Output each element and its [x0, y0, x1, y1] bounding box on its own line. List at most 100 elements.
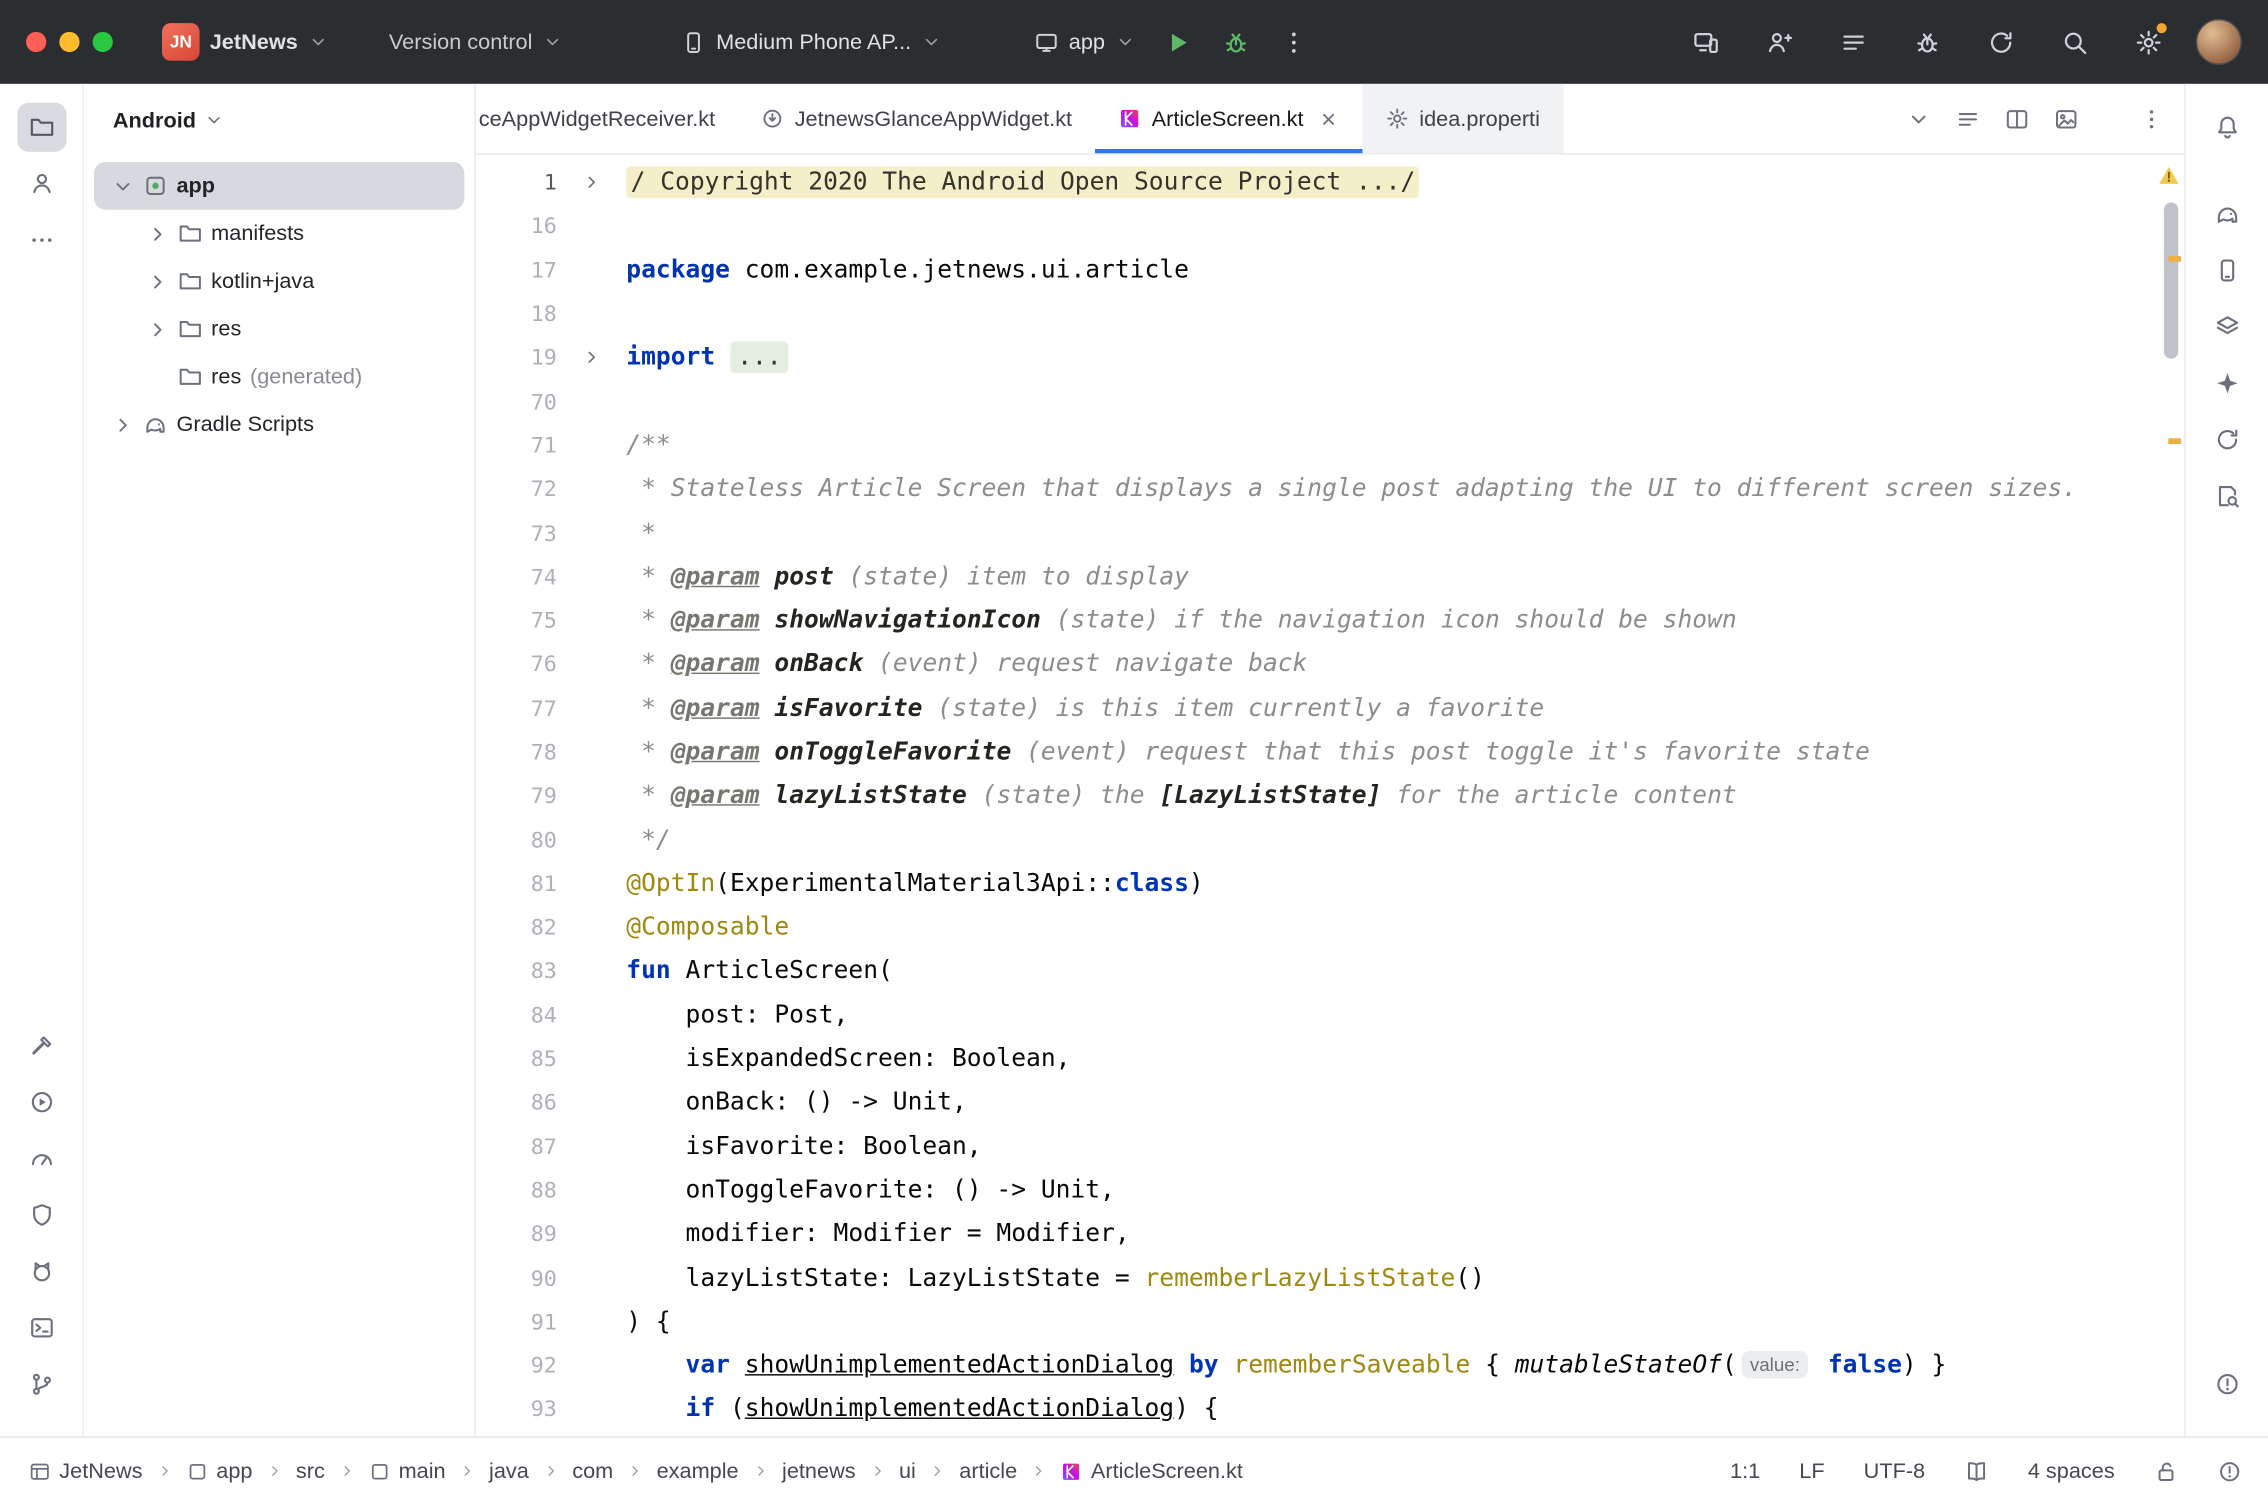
- debug-button[interactable]: [1211, 16, 1263, 68]
- line-number[interactable]: 70: [476, 389, 557, 415]
- tree-item-gradle-scripts[interactable]: Gradle Scripts: [94, 401, 464, 449]
- tab-list-button[interactable]: [1906, 106, 1931, 131]
- search-structurally-button[interactable]: [1827, 16, 1879, 68]
- tab-ceappwidgetreceiver-kt[interactable]: ceAppWidgetReceiver.kt: [476, 84, 738, 153]
- terminal-tool-button[interactable]: [17, 1303, 66, 1352]
- file-writable-icon[interactable]: [2154, 1459, 2179, 1484]
- more-run-options-button[interactable]: [1268, 16, 1320, 68]
- chevron-down-icon[interactable]: [111, 174, 134, 197]
- tree-item-res[interactable]: res: [94, 305, 464, 353]
- inspections-warning-icon[interactable]: [2158, 165, 2180, 187]
- profiler-tool-button[interactable]: [17, 1134, 66, 1183]
- line-number[interactable]: 17: [476, 257, 557, 283]
- analysis-status-icon[interactable]: [2217, 1459, 2242, 1484]
- code-with-me-button[interactable]: [1753, 16, 1805, 68]
- breadcrumb-java[interactable]: java: [489, 1459, 529, 1484]
- tab-jetnewsglanceappwidget-kt[interactable]: JetnewsGlanceAppWidget.kt: [738, 84, 1095, 153]
- tree-item-res[interactable]: res(generated): [94, 353, 464, 401]
- editor-options-button[interactable]: [1956, 106, 1981, 131]
- gradle-tool-button[interactable]: [2202, 189, 2251, 238]
- line-number[interactable]: 80: [476, 827, 557, 853]
- scrollbar-thumb[interactable]: [2164, 202, 2178, 358]
- app-quality-insights-button[interactable]: [17, 1190, 66, 1239]
- line-number[interactable]: 1: [476, 169, 557, 195]
- problems-button[interactable]: [2202, 1360, 2251, 1409]
- scrollbar-warning-mark[interactable]: [2168, 256, 2181, 262]
- line-number[interactable]: 74: [476, 564, 557, 590]
- line-number[interactable]: 19: [476, 345, 557, 371]
- close-window-button[interactable]: [26, 32, 46, 52]
- tree-item-manifests[interactable]: manifests: [94, 210, 464, 258]
- fold-chevron-icon[interactable]: [581, 172, 601, 192]
- version-control-tool-button[interactable]: [17, 1360, 66, 1409]
- avatar[interactable]: [2196, 19, 2242, 65]
- code-area[interactable]: 1/ Copyright 2020 The Android Open Sourc…: [476, 155, 2184, 1437]
- line-number[interactable]: 83: [476, 958, 557, 984]
- scrollbar-warning-mark[interactable]: [2168, 438, 2181, 444]
- line-number[interactable]: 90: [476, 1265, 557, 1291]
- line-number[interactable]: 92: [476, 1353, 557, 1379]
- line-number[interactable]: 76: [476, 651, 557, 677]
- vcs-widget[interactable]: Version control: [377, 21, 574, 63]
- close-icon[interactable]: [1318, 108, 1340, 130]
- breadcrumb-com[interactable]: com: [572, 1459, 613, 1484]
- line-number[interactable]: 81: [476, 871, 557, 897]
- breadcrumb-src[interactable]: src: [296, 1459, 325, 1484]
- indent-size[interactable]: 4 spaces: [2028, 1459, 2115, 1484]
- line-number[interactable]: 89: [476, 1221, 557, 1247]
- line-number[interactable]: 91: [476, 1309, 557, 1335]
- split-editor-button[interactable]: [2005, 106, 2030, 131]
- fold-gutter[interactable]: [557, 348, 626, 368]
- ai-debug-button[interactable]: [1901, 16, 1953, 68]
- line-number[interactable]: 79: [476, 783, 557, 809]
- chevron-right-icon[interactable]: [146, 270, 169, 293]
- chevron-right-icon[interactable]: [146, 222, 169, 245]
- settings-button[interactable]: [2122, 16, 2174, 68]
- search-everywhere-button[interactable]: [2048, 16, 2100, 68]
- more-tool-windows-button[interactable]: [17, 216, 66, 265]
- logcat-tool-button[interactable]: [17, 1247, 66, 1296]
- chevron-right-icon[interactable]: [146, 317, 169, 340]
- line-number[interactable]: 85: [476, 1046, 557, 1072]
- line-number[interactable]: 16: [476, 213, 557, 239]
- breadcrumb-example[interactable]: example: [657, 1459, 739, 1484]
- project-tool-button[interactable]: [17, 103, 66, 152]
- breadcrumb-articlescreen-kt[interactable]: ArticleScreen.kt: [1061, 1459, 1243, 1484]
- fold-gutter[interactable]: [557, 172, 626, 192]
- reader-mode-icon[interactable]: [1964, 1459, 1989, 1484]
- line-number[interactable]: 72: [476, 476, 557, 502]
- fullscreen-window-button[interactable]: [93, 32, 113, 52]
- tree-item-app[interactable]: app: [94, 162, 464, 210]
- line-number[interactable]: 87: [476, 1134, 557, 1160]
- breadcrumb-ui[interactable]: ui: [899, 1459, 916, 1484]
- line-number[interactable]: 75: [476, 608, 557, 634]
- gemini-assistant-button[interactable]: [2202, 359, 2251, 408]
- line-number[interactable]: 93: [476, 1396, 557, 1422]
- breadcrumb-jetnews[interactable]: JetNews: [29, 1459, 143, 1484]
- line-number[interactable]: 73: [476, 520, 557, 546]
- file-encoding[interactable]: UTF-8: [1864, 1459, 1925, 1484]
- app-link-assistant-button[interactable]: [2202, 415, 2251, 464]
- line-separator[interactable]: LF: [1799, 1459, 1824, 1484]
- line-number[interactable]: 18: [476, 301, 557, 327]
- run-button[interactable]: [1153, 16, 1205, 68]
- breadcrumb-app[interactable]: app: [186, 1459, 253, 1484]
- preview-layout-button[interactable]: [2054, 106, 2079, 131]
- breadcrumb-article[interactable]: article: [959, 1459, 1017, 1484]
- line-number[interactable]: 88: [476, 1177, 557, 1203]
- line-number[interactable]: 86: [476, 1090, 557, 1116]
- fold-chevron-icon[interactable]: [581, 348, 601, 368]
- commit-tool-button[interactable]: [17, 159, 66, 208]
- project-view-selector[interactable]: Android: [84, 84, 475, 156]
- tab-articlescreen-kt[interactable]: ArticleScreen.kt: [1095, 84, 1363, 153]
- line-number[interactable]: 84: [476, 1002, 557, 1028]
- tree-item-kotlin-java[interactable]: kotlin+java: [94, 257, 464, 305]
- chevron-right-icon[interactable]: [111, 413, 134, 436]
- sync-button[interactable]: [1974, 16, 2026, 68]
- line-number[interactable]: 71: [476, 432, 557, 458]
- editor-scrollbar[interactable]: [2155, 155, 2184, 1437]
- run-tool-button[interactable]: [17, 1078, 66, 1127]
- line-number[interactable]: 78: [476, 739, 557, 765]
- line-number[interactable]: 82: [476, 914, 557, 940]
- editor[interactable]: 1/ Copyright 2020 The Android Open Sourc…: [476, 155, 2184, 1437]
